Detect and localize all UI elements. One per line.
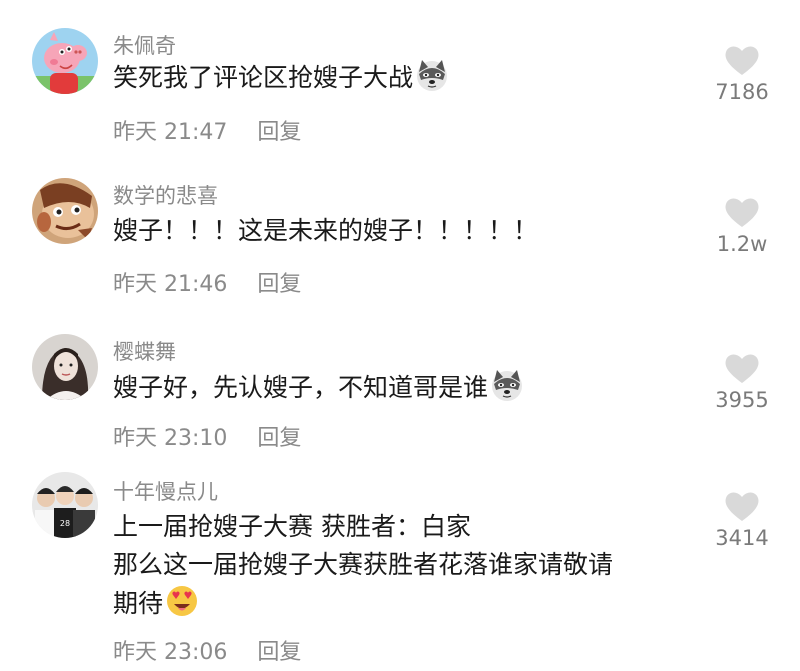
peppa-pig-avatar-icon[interactable] bbox=[32, 28, 98, 94]
like-control: 7186 bbox=[702, 44, 782, 104]
heart-icon[interactable] bbox=[724, 352, 760, 384]
comment-text: 笑死我了评论区抢嫂子大战 bbox=[113, 58, 713, 97]
like-count: 3414 bbox=[715, 526, 769, 550]
comment-text-body: 笑死我了评论区抢嫂子大战 bbox=[113, 63, 414, 92]
comment-meta: 昨天 23:10 回复 bbox=[113, 420, 301, 452]
username[interactable]: 十年慢点儿 bbox=[113, 476, 218, 506]
group-photo-avatar-icon[interactable]: 28 bbox=[32, 472, 98, 538]
username[interactable]: 朱佩奇 bbox=[113, 30, 176, 60]
like-control: 1.2w bbox=[702, 196, 782, 256]
comment-text-line: 上一届抢嫂子大赛 获胜者：白家 bbox=[113, 512, 471, 541]
svg-text:28: 28 bbox=[60, 519, 70, 528]
like-count: 3955 bbox=[715, 388, 769, 412]
comment-text: 上一届抢嫂子大赛 获胜者：白家 那么这一届抢嫂子大赛获胜者花落谁家请敬请 期待 bbox=[113, 508, 713, 623]
comment-text-line: 期待 bbox=[113, 589, 164, 618]
like-control: 3955 bbox=[702, 352, 782, 412]
heart-eyes-emoji-icon bbox=[165, 584, 199, 618]
comment-text: 嫂子！！！这是未来的嫂子！！！！！ bbox=[113, 212, 713, 250]
reply-button[interactable]: 回复 bbox=[257, 114, 301, 146]
username[interactable]: 樱蝶舞 bbox=[113, 336, 176, 366]
husky-emoji-icon bbox=[415, 58, 449, 92]
reply-button[interactable]: 回复 bbox=[257, 420, 301, 452]
reply-button[interactable]: 回复 bbox=[257, 266, 301, 298]
comment-text-body: 嫂子！！！这是未来的嫂子！！！！！ bbox=[113, 216, 539, 245]
timestamp: 昨天 23:06 bbox=[113, 640, 228, 665]
husky-emoji-icon bbox=[490, 368, 524, 402]
comment-text-body: 嫂子好，先认嫂子，不知道哥是谁 bbox=[113, 373, 489, 402]
timestamp: 昨天 21:47 bbox=[113, 120, 228, 145]
comment-text-line: 那么这一届抢嫂子大赛获胜者花落谁家请敬请 bbox=[113, 550, 614, 579]
comment-meta: 昨天 21:46 回复 bbox=[113, 266, 301, 298]
reply-button[interactable]: 回复 bbox=[257, 634, 301, 666]
cartoon-face-avatar-icon[interactable] bbox=[32, 178, 98, 244]
woman-photo-avatar-icon[interactable] bbox=[32, 334, 98, 400]
timestamp: 昨天 21:46 bbox=[113, 272, 228, 297]
comment-meta: 昨天 23:06 回复 bbox=[113, 634, 301, 666]
like-count: 1.2w bbox=[716, 232, 768, 256]
username[interactable]: 数学的悲喜 bbox=[113, 180, 218, 210]
heart-icon[interactable] bbox=[724, 196, 760, 228]
like-control: 3414 bbox=[702, 490, 782, 550]
like-count: 7186 bbox=[715, 80, 769, 104]
heart-icon[interactable] bbox=[724, 490, 760, 522]
comment-text: 嫂子好，先认嫂子，不知道哥是谁 bbox=[113, 368, 713, 407]
comment-meta: 昨天 21:47 回复 bbox=[113, 114, 301, 146]
heart-icon[interactable] bbox=[724, 44, 760, 76]
timestamp: 昨天 23:10 bbox=[113, 426, 228, 451]
